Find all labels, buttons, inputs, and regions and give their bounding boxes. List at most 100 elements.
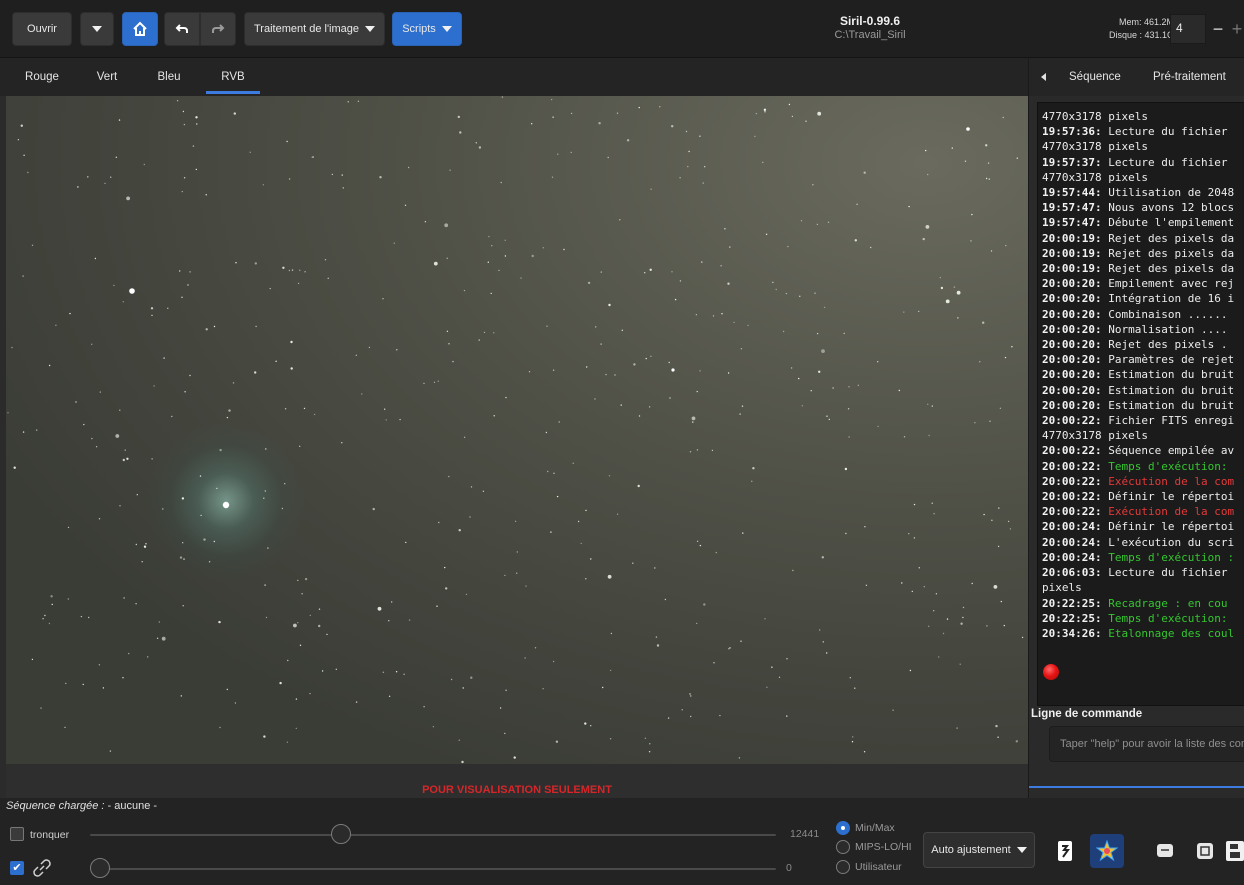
threads-spin-value[interactable]: 4 [1170,14,1206,44]
low-slider-track[interactable] [90,868,776,870]
star [620,404,622,406]
star [181,296,183,298]
log-message: Combinaison ...... [1101,307,1228,321]
threads-increment-button[interactable]: + [1230,14,1244,44]
log-message: Paramètres de rejet [1101,353,1235,367]
star [901,582,903,584]
star [587,281,591,285]
high-slider-handle[interactable] [331,824,352,844]
tab-scroll-left-icon[interactable] [1041,73,1046,81]
star [695,314,698,316]
scripts-menu[interactable]: Scripts [392,12,462,46]
star [649,268,652,271]
star [136,494,138,496]
link-checkbox[interactable]: ✔ [10,861,24,875]
image-processing-menu[interactable]: Traitement de l'image [244,12,385,46]
tab-rgb[interactable]: RVB [206,58,260,96]
star [685,130,688,133]
log-timestamp: 20:00:22: [1042,490,1102,504]
false-color-button[interactable] [1090,834,1124,868]
scale-user-radio[interactable] [836,860,850,874]
star [42,618,44,620]
log-message: Utilisation de 2048 [1101,186,1235,200]
star [586,366,588,368]
star [372,507,375,511]
color-star-icon [1096,840,1118,862]
star [324,259,327,261]
star [922,237,925,241]
image-canvas[interactable] [6,96,1028,764]
home-button[interactable] [122,12,158,46]
log-message: Recadrage : en cou [1101,596,1228,610]
star [249,151,251,153]
star [65,682,67,685]
low-slider-handle[interactable] [90,858,110,878]
star [775,288,777,291]
star [288,178,291,180]
console-log[interactable]: 4770x3178 pixels 19:57:36: Lecture du fic… [1037,102,1244,706]
star [297,282,300,285]
star [478,339,480,341]
tab-green[interactable]: Vert [90,58,124,96]
star [284,483,286,485]
clip-checkbox[interactable] [10,827,24,841]
log-message: Estimation du bruit [1101,398,1235,412]
star [516,551,518,553]
star [452,360,454,363]
star [699,370,701,372]
open-label: Ouvrir [27,23,57,35]
star [727,372,730,374]
star [357,100,360,102]
star [762,161,764,164]
snapshot-button[interactable] [1188,834,1222,868]
high-slider-track[interactable] [90,834,776,836]
negative-view-button[interactable] [1048,834,1082,868]
star [1016,157,1018,159]
link-icon[interactable] [30,856,54,880]
star [199,475,202,477]
annotate-button[interactable] [1148,834,1182,868]
stop-button[interactable] [1043,664,1059,680]
tab-preprocessing[interactable]: Pré-traitement [1153,58,1226,96]
star [438,521,440,524]
bright-star [129,288,135,294]
star [405,541,407,544]
log-line: 20:06:03: Lecture du fichier [1042,565,1244,580]
tab-blue[interactable]: Bleu [152,58,186,96]
star [638,106,640,109]
save-button[interactable] [1224,834,1244,868]
recent-dropdown-button[interactable] [80,12,114,46]
auto-adjust-dropdown[interactable]: Auto ajustement [923,832,1035,868]
star [263,735,266,738]
star [67,526,70,529]
log-message: Rejet des pixels da [1101,246,1235,260]
star [195,116,198,119]
star [985,144,988,147]
star [845,532,847,535]
log-timestamp: 19:57:37: [1042,155,1102,169]
log-timestamp: 20:00:20: [1042,292,1102,306]
undo-button[interactable] [164,12,200,46]
tab-red[interactable]: Rouge [22,58,62,96]
log-timestamp: 20:00:20: [1042,307,1102,321]
scale-minmax-radio[interactable] [836,821,850,835]
log-message: Rejet des pixels da [1101,231,1235,245]
star [1009,528,1012,530]
redo-button[interactable] [200,12,236,46]
star [55,324,57,326]
star [355,701,358,703]
star [233,112,236,115]
star [126,196,130,201]
star [205,328,208,331]
scale-mips-radio[interactable] [836,840,850,854]
tab-sequence[interactable]: Séquence [1069,58,1121,96]
star [23,154,25,156]
star [991,519,993,521]
open-button[interactable]: Ouvrir [12,12,72,46]
star [228,409,231,412]
threads-decrement-button[interactable]: − [1208,14,1228,44]
star [304,577,308,581]
star [863,751,866,753]
star [40,707,42,709]
command-input[interactable]: Taper "help" pour avoir la liste des com… [1049,726,1244,762]
